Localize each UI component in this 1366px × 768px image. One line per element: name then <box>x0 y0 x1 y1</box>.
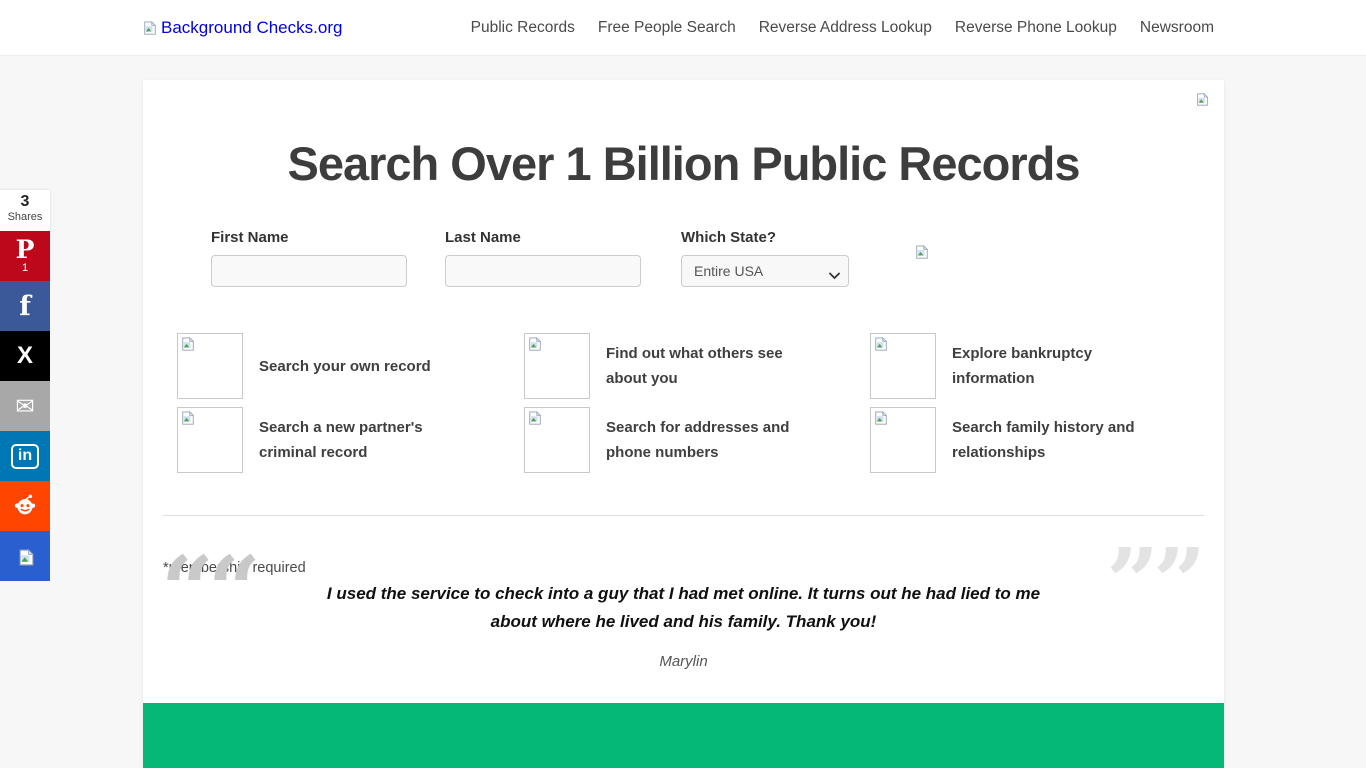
share-sidebar: 3 Shares P 1 f X ✉ in <box>0 190 50 581</box>
feature-image-placeholder <box>177 407 243 473</box>
feature-label: Search a new partner's criminal record <box>259 415 464 465</box>
search-form: First Name Last Name Which State? Entire… <box>211 229 1224 287</box>
list-item: Search for addresses and phone numbers <box>524 407 870 473</box>
email-icon: ✉ <box>15 393 34 420</box>
feature-image-placeholder <box>177 333 243 399</box>
broken-image-icon <box>181 411 195 425</box>
broken-image-icon <box>915 245 929 259</box>
broken-image-icon <box>181 337 195 351</box>
list-item: Search a new partner's criminal record <box>177 407 524 473</box>
feature-list: Search your own record Find out what oth… <box>177 333 1224 473</box>
pinterest-icon: P <box>16 238 35 262</box>
feature-image-placeholder <box>524 407 590 473</box>
linkedin-icon: in <box>11 444 39 469</box>
feature-image-placeholder <box>870 407 936 473</box>
testimonial-section: *membership required ““ ”” I used the se… <box>143 516 1224 670</box>
nav-newsroom[interactable]: Newsroom <box>1140 19 1214 37</box>
state-label: Which State? <box>681 229 849 246</box>
nav-reverse-address-lookup[interactable]: Reverse Address Lookup <box>759 19 932 37</box>
open-quote-icon: ““ <box>161 544 255 636</box>
broken-image-icon <box>1196 93 1210 107</box>
feature-label: Explore bankruptcy information <box>952 341 1157 391</box>
state-select[interactable]: Entire USA <box>681 255 849 287</box>
share-count: 3 Shares <box>0 190 50 231</box>
logo-text: Background Checks.org <box>161 18 342 38</box>
first-name-label: First Name <box>211 229 407 246</box>
logo-link[interactable]: Background Checks.org <box>143 18 342 38</box>
first-name-input[interactable] <box>211 255 407 287</box>
share-facebook-button[interactable]: f <box>0 281 50 331</box>
broken-image-icon <box>143 21 157 35</box>
share-pinterest-button[interactable]: P 1 <box>0 231 50 281</box>
testimonial-author: Marylin <box>143 653 1224 670</box>
pinterest-share-count: 1 <box>22 262 28 274</box>
share-count-number: 3 <box>0 193 50 211</box>
nav-public-records[interactable]: Public Records <box>471 19 575 37</box>
share-count-label: Shares <box>0 211 50 224</box>
close-quote-icon: ”” <box>1106 536 1200 628</box>
broken-image-icon <box>528 337 542 351</box>
share-linkedin-button[interactable]: in <box>0 431 50 481</box>
nav-reverse-phone-lookup[interactable]: Reverse Phone Lookup <box>955 19 1117 37</box>
list-item: Search family history and relationships <box>870 407 1224 473</box>
broken-image-icon <box>528 411 542 425</box>
broken-image-icon <box>874 411 888 425</box>
x-icon: X <box>17 342 33 370</box>
share-more-button[interactable] <box>0 531 50 581</box>
testimonial-text: I used the service to check into a guy t… <box>314 516 1054 635</box>
nav-free-people-search[interactable]: Free People Search <box>598 19 736 37</box>
list-item: Find out what others see about you <box>524 333 870 399</box>
page-title: Search Over 1 Billion Public Records <box>143 136 1224 191</box>
main-nav: Public Records Free People Search Revers… <box>471 19 1214 37</box>
list-item: Explore bankruptcy information <box>870 333 1224 399</box>
feature-label: Search family history and relationships <box>952 415 1157 465</box>
feature-label: Search your own record <box>259 354 431 379</box>
broken-image-icon <box>18 549 32 563</box>
share-reddit-button[interactable] <box>0 481 50 531</box>
footer-accent-bar <box>143 703 1224 768</box>
main-content-card: Search Over 1 Billion Public Records Fir… <box>143 80 1224 768</box>
facebook-icon: f <box>19 291 31 322</box>
top-navbar: Background Checks.org Public Records Fre… <box>0 0 1366 56</box>
feature-label: Search for addresses and phone numbers <box>606 415 811 465</box>
broken-image-icon <box>874 337 888 351</box>
share-email-button[interactable]: ✉ <box>0 381 50 431</box>
last-name-input[interactable] <box>445 255 641 287</box>
feature-image-placeholder <box>524 333 590 399</box>
share-x-button[interactable]: X <box>0 331 50 381</box>
feature-image-placeholder <box>870 333 936 399</box>
last-name-label: Last Name <box>445 229 641 246</box>
feature-label: Find out what others see about you <box>606 341 811 391</box>
reddit-icon <box>12 491 38 522</box>
list-item: Search your own record <box>177 333 524 399</box>
